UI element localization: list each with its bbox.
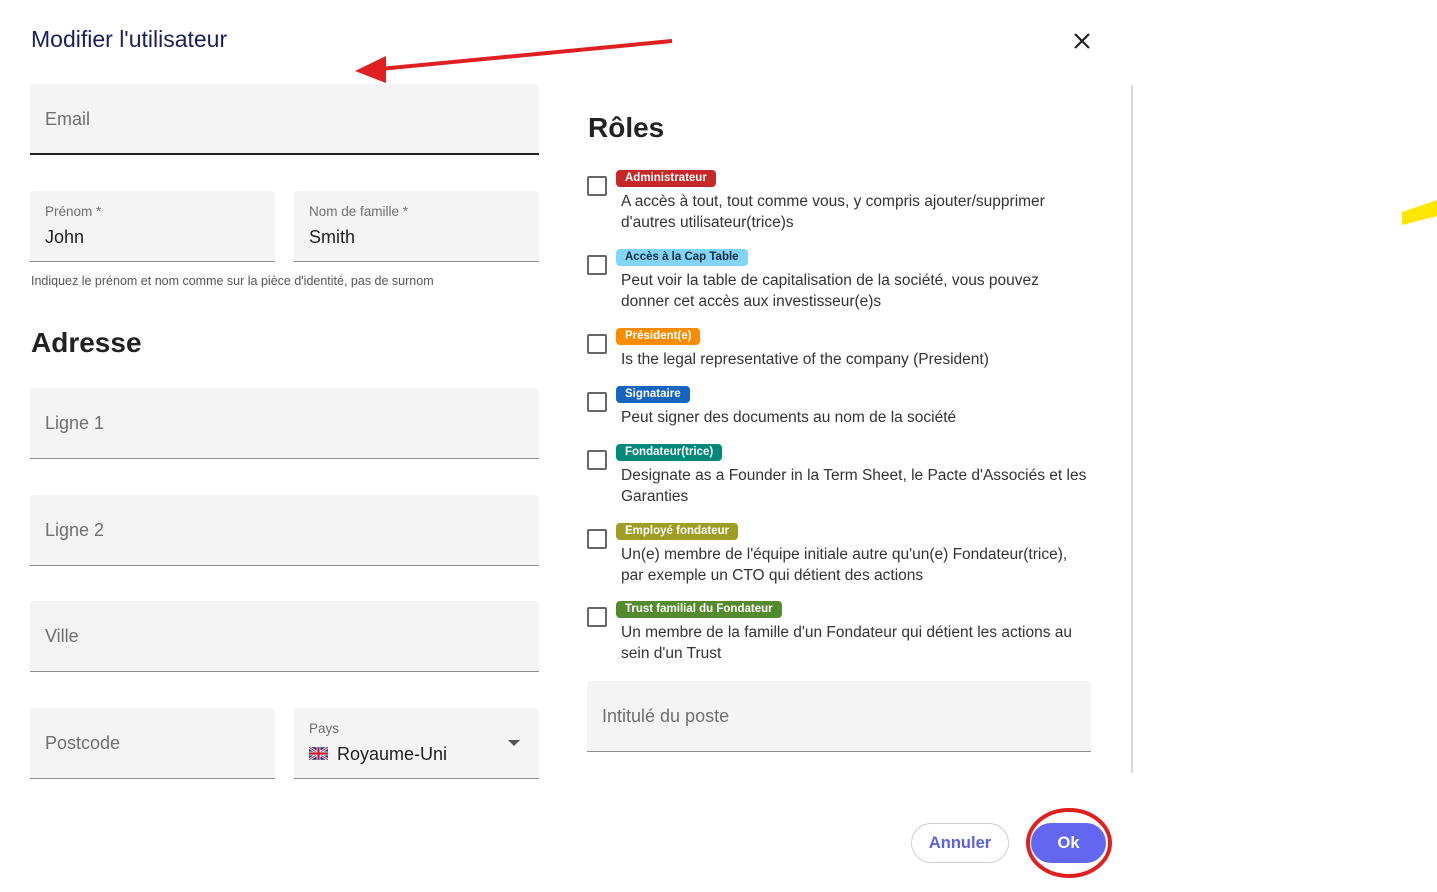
- role-description: Peut voir la table de capitalisation de …: [621, 272, 1039, 310]
- close-icon[interactable]: [1067, 26, 1097, 56]
- role-badge: Employé fondateur: [616, 523, 739, 540]
- role-badge: Président(e): [616, 328, 701, 345]
- job-title-placeholder: Intitulé du poste: [602, 706, 730, 726]
- role-description: Un membre de la famille d'un Fondateur q…: [621, 624, 1072, 662]
- role-checkbox[interactable]: [587, 607, 607, 627]
- highlighter-mark: [1402, 200, 1437, 225]
- email-placeholder: Email: [45, 109, 91, 129]
- role-description: Peut signer des documents au nom de la s…: [621, 409, 957, 426]
- address-heading: Adresse: [31, 327, 142, 358]
- city-placeholder: Ville: [45, 626, 79, 646]
- role-description: Designate as a Founder in la Term Sheet,…: [621, 467, 1087, 505]
- role-checkbox[interactable]: [587, 334, 607, 354]
- role-description: A accès à tout, tout comme vous, y compr…: [621, 193, 1045, 231]
- role-badge: Fondateur(trice): [616, 444, 723, 461]
- country-select[interactable]: Pays Royaume-Uni: [294, 708, 539, 779]
- annotation-arrow-icon: [355, 39, 673, 83]
- role-badge: Signataire: [616, 386, 690, 403]
- chevron-down-icon: [508, 740, 520, 746]
- postcode-field[interactable]: Postcode: [30, 708, 275, 779]
- last-name-label: Nom de famille *: [309, 204, 409, 219]
- uk-flag-icon: [309, 747, 328, 760]
- role-checkbox[interactable]: [587, 529, 607, 549]
- country-value: Royaume-Uni: [337, 744, 448, 764]
- last-name-field[interactable]: Nom de famille * Smith: [294, 191, 539, 262]
- email-field[interactable]: Email: [30, 84, 539, 155]
- role-checkbox[interactable]: [587, 450, 607, 470]
- first-name-field[interactable]: Prénom * John: [30, 191, 275, 262]
- city-field[interactable]: Ville: [30, 601, 539, 672]
- role-description: Is the legal representative of the compa…: [621, 351, 989, 368]
- last-name-value: Smith: [309, 227, 356, 247]
- role-checkbox[interactable]: [587, 392, 607, 412]
- address-line2-field[interactable]: Ligne 2: [30, 495, 539, 566]
- name-hint: Indiquez le prénom et nom comme sur la p…: [31, 274, 434, 288]
- address-line1-field[interactable]: Ligne 1: [30, 388, 539, 459]
- address-line2-placeholder: Ligne 2: [45, 520, 105, 540]
- role-checkbox[interactable]: [587, 255, 607, 275]
- role-badge: Accès à la Cap Table: [616, 249, 748, 266]
- first-name-label: Prénom *: [45, 204, 102, 219]
- role-checkbox[interactable]: [587, 176, 607, 196]
- role-badge: Administrateur: [616, 170, 716, 187]
- dialog-title: Modifier l'utilisateur: [31, 26, 228, 52]
- country-label: Pays: [309, 721, 340, 736]
- job-title-field[interactable]: Intitulé du poste: [587, 681, 1091, 752]
- role-badge: Trust familial du Fondateur: [616, 601, 782, 618]
- role-description: Un(e) membre de l'équipe initiale autre …: [621, 546, 1068, 584]
- postcode-placeholder: Postcode: [45, 733, 121, 753]
- scrollbar-track[interactable]: [1131, 85, 1133, 773]
- first-name-value: John: [45, 227, 85, 247]
- annotation-circle: [1026, 808, 1112, 878]
- cancel-button[interactable]: Annuler: [911, 823, 1009, 863]
- address-line1-placeholder: Ligne 1: [45, 413, 105, 433]
- roles-heading: Rôles: [588, 112, 665, 143]
